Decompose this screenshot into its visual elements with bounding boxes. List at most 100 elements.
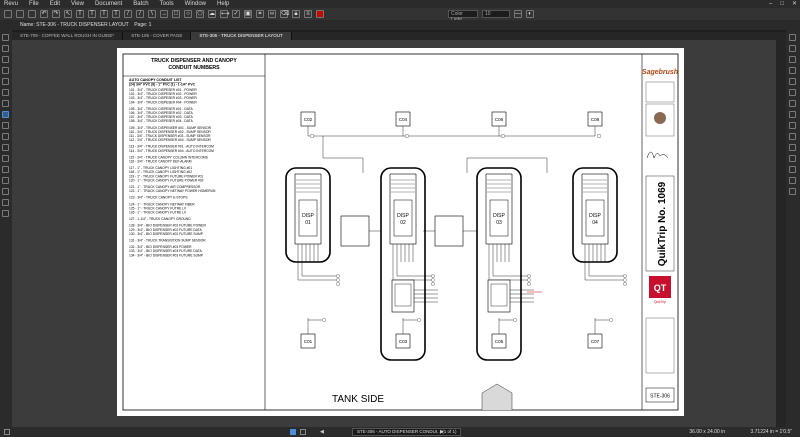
rectangle-icon[interactable]: □ bbox=[172, 10, 180, 18]
dispenser-number: 04 bbox=[592, 220, 598, 226]
search-icon[interactable] bbox=[2, 78, 9, 85]
markups-list-icon[interactable] bbox=[2, 111, 9, 118]
ellipse-icon[interactable]: ○ bbox=[184, 10, 192, 18]
grid-toggle-icon[interactable] bbox=[4, 429, 10, 435]
dispenser-label: DISP bbox=[397, 213, 409, 219]
menu-item-help[interactable]: Help bbox=[217, 0, 229, 8]
page-navigator[interactable]: STE-306 - AUTO DISPENSER CONDUI... (1 of… bbox=[352, 428, 462, 436]
highlight-icon[interactable]: / bbox=[136, 10, 144, 18]
rotate-icon[interactable] bbox=[789, 67, 796, 74]
zoom-in-icon[interactable] bbox=[789, 34, 796, 41]
revision-box bbox=[645, 317, 675, 374]
text-tool-icon[interactable] bbox=[789, 155, 796, 162]
file-access-icon[interactable] bbox=[2, 56, 9, 63]
conduit-list: 101 - 3/4" - TRUCK DISPESER #01 - POWER1… bbox=[129, 88, 216, 257]
plan-drawing: C02 C04 C06 C08DISP01DISP02DISP03DISP04C01 C… bbox=[285, 111, 627, 361]
select-mode-icon[interactable] bbox=[290, 429, 296, 435]
menu-item-revu[interactable]: Revu bbox=[4, 0, 18, 8]
conduit-item: 122 - 1" - TRUCK CANOPY NETWAY POWER HOM… bbox=[129, 189, 216, 193]
measure-icon[interactable]: ⟷ bbox=[220, 10, 230, 18]
select-icon[interactable]: ↖ bbox=[64, 10, 72, 18]
redo-icon[interactable]: ↷ bbox=[52, 10, 60, 18]
polygon-icon[interactable]: ⬠ bbox=[196, 10, 204, 18]
font-size-select[interactable]: 10 bbox=[482, 10, 510, 18]
typewriter-icon[interactable]: T bbox=[112, 10, 120, 18]
properties-icon[interactable] bbox=[2, 144, 9, 151]
thumbnails-icon[interactable] bbox=[2, 34, 9, 41]
fit-page-icon[interactable] bbox=[789, 89, 796, 96]
undo-icon[interactable]: ↶ bbox=[40, 10, 48, 18]
conduit-item: 130 - 3/4" - BIO DISPENSER #02 FUTURE SU… bbox=[129, 232, 204, 236]
spaces-icon[interactable] bbox=[2, 166, 9, 173]
measurements-icon[interactable] bbox=[2, 122, 9, 129]
tool-chest-icon[interactable] bbox=[2, 133, 9, 140]
menu-item-batch[interactable]: Batch bbox=[133, 0, 148, 8]
line-tool-icon[interactable] bbox=[789, 111, 796, 118]
callout-icon[interactable]: T bbox=[100, 10, 108, 18]
sets-icon[interactable] bbox=[2, 177, 9, 184]
document-icon[interactable] bbox=[4, 10, 12, 18]
settings-icon[interactable] bbox=[2, 100, 9, 107]
maximize-icon[interactable]: □ bbox=[780, 0, 784, 8]
layers-icon[interactable]: ≡ bbox=[304, 10, 312, 18]
list-header-line1: TRUCK DISPENSER AND CANOPY bbox=[151, 58, 237, 64]
tab-truck-dispenser[interactable]: STE-306 - TRUCK DISPENSER LAYOUT bbox=[191, 32, 292, 40]
snap-tool-icon[interactable] bbox=[789, 188, 796, 195]
snapshot-icon[interactable]: ⌗ bbox=[256, 10, 264, 18]
right-scroll-panel[interactable] bbox=[776, 40, 786, 427]
menu-item-view[interactable]: View bbox=[71, 0, 84, 8]
form-icon[interactable] bbox=[2, 199, 9, 206]
menu-item-tools[interactable]: Tools bbox=[160, 0, 174, 8]
hyperlink-icon[interactable]: ∞ bbox=[268, 10, 276, 18]
pen-icon[interactable]: / bbox=[124, 10, 132, 18]
menu-item-file[interactable]: File bbox=[29, 0, 39, 8]
image-icon[interactable]: ▣ bbox=[244, 10, 252, 18]
prev-page-icon[interactable]: ◀ bbox=[320, 427, 324, 437]
line-icon[interactable]: \ bbox=[148, 10, 156, 18]
document-canvas[interactable]: TRUCK DISPENSER AND CANOPY CONDUIT NUMBE… bbox=[12, 40, 776, 427]
arrow-icon[interactable]: → bbox=[160, 10, 168, 18]
right-panel-toolbar bbox=[786, 30, 800, 427]
save-icon[interactable] bbox=[16, 10, 24, 18]
zoom-out-icon[interactable] bbox=[789, 45, 796, 52]
sheet-number: STE-306 bbox=[650, 394, 670, 400]
arrow-tool-icon[interactable] bbox=[789, 122, 796, 129]
menu-item-edit[interactable]: Edit bbox=[50, 0, 60, 8]
shape-tool-icon[interactable] bbox=[789, 133, 796, 140]
pan-mode-icon[interactable] bbox=[300, 429, 306, 435]
text-icon[interactable]: T bbox=[76, 10, 84, 18]
text-box-icon[interactable]: T bbox=[88, 10, 96, 18]
fit-width-icon[interactable] bbox=[789, 78, 796, 85]
pen-tool-icon[interactable] bbox=[789, 100, 796, 107]
cloud-icon[interactable]: ☁ bbox=[208, 10, 216, 18]
eraser-icon[interactable]: ⌫ bbox=[280, 10, 289, 18]
stamp-icon[interactable]: ✓ bbox=[232, 10, 240, 18]
color-select[interactable]: Color Light bbox=[448, 10, 478, 23]
signatures-icon[interactable] bbox=[2, 89, 9, 96]
pan-icon[interactable] bbox=[789, 56, 796, 63]
menu-item-window[interactable]: Window bbox=[185, 0, 206, 8]
junction-box bbox=[434, 215, 464, 247]
bookmarks-icon[interactable] bbox=[2, 45, 9, 52]
compare-icon[interactable] bbox=[2, 210, 9, 217]
next-page-icon[interactable]: ▶ bbox=[440, 427, 444, 437]
close-icon[interactable]: ✕ bbox=[792, 0, 797, 8]
menu-item-document[interactable]: Document bbox=[95, 0, 122, 8]
tab-cover-page[interactable]: STE-105 - COVER PAGE bbox=[123, 32, 192, 40]
color-swatch-icon[interactable] bbox=[316, 10, 324, 18]
lock-icon[interactable]: 🔒︎ bbox=[292, 10, 300, 18]
minimize-icon[interactable]: – bbox=[769, 0, 772, 8]
layers-panel-icon[interactable] bbox=[2, 67, 9, 74]
opacity-icon[interactable]: ◐ bbox=[526, 10, 534, 18]
print-icon[interactable] bbox=[28, 10, 36, 18]
studio-icon[interactable] bbox=[2, 188, 9, 195]
tab-coffee-wall[interactable]: STE-709 - COFFEE WALL ROUGH IN GUIDE* bbox=[12, 32, 124, 40]
conduit-tag bbox=[322, 318, 326, 322]
conduit-tag bbox=[417, 318, 421, 322]
grid-tool-icon[interactable] bbox=[789, 177, 796, 184]
line-width-icon[interactable]: — bbox=[514, 10, 522, 18]
links-icon[interactable] bbox=[2, 155, 9, 162]
conduit-tag bbox=[623, 278, 627, 282]
circle-tool-icon[interactable] bbox=[789, 144, 796, 151]
stamp-tool-icon[interactable] bbox=[789, 166, 796, 173]
